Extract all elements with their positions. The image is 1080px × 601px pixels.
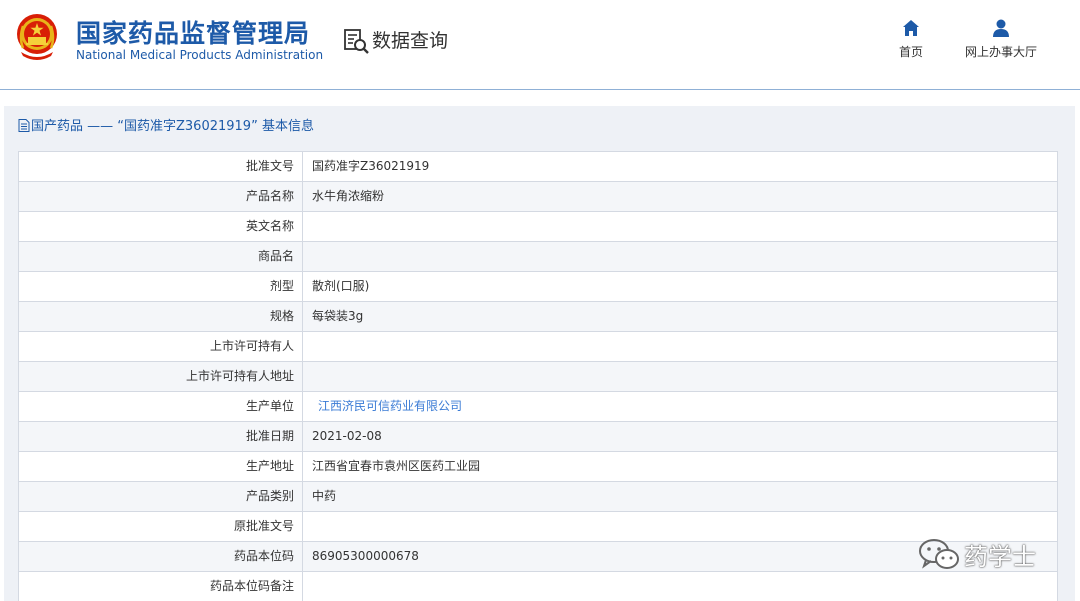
- row-value: [303, 242, 1057, 271]
- table-row: 生产单位 江西济民可信药业有限公司: [18, 392, 1058, 422]
- watermark: 药学士: [918, 535, 1036, 573]
- panel-title-text: 国产药品 —— “国药准字Z36021919” 基本信息: [31, 119, 314, 134]
- table-row: 产品名称 水牛角浓缩粉: [18, 182, 1058, 212]
- row-value: 江西济民可信药业有限公司: [303, 392, 1057, 421]
- table-row: 英文名称: [18, 212, 1058, 242]
- watermark-text: 药学士: [964, 542, 1036, 571]
- row-label: 商品名: [19, 242, 303, 271]
- table-row: 剂型 散剂(口服): [18, 272, 1058, 302]
- table-row: 原批准文号: [18, 512, 1058, 542]
- nav-home-button[interactable]: 首页: [893, 18, 929, 60]
- table-row: 批准文号 国药准字Z36021919: [18, 152, 1058, 182]
- site-title-cn[interactable]: 国家药品监督管理局: [76, 14, 310, 50]
- nav-online-service-button[interactable]: 网上办事大厅: [958, 18, 1044, 60]
- row-value: [303, 362, 1057, 391]
- detail-panel: 国产药品 —— “国药准字Z36021919” 基本信息 批准文号 国药准字Z3…: [4, 106, 1075, 601]
- row-value: 国药准字Z36021919: [312, 159, 430, 173]
- table-row: 生产地址 江西省宜春市袁州区医药工业园: [18, 452, 1058, 482]
- row-label: 药品本位码: [19, 542, 303, 571]
- site-header: 国家药品监督管理局 National Medical Products Admi…: [0, 0, 1080, 90]
- home-icon: [903, 20, 919, 36]
- row-label: 批准文号: [19, 152, 303, 181]
- table-row: 上市许可持有人: [18, 332, 1058, 362]
- row-value: 2021-02-08: [312, 429, 382, 443]
- row-label: 批准日期: [19, 422, 303, 451]
- row-label: 原批准文号: [19, 512, 303, 541]
- row-label: 剂型: [19, 272, 303, 301]
- user-icon: [993, 19, 1009, 37]
- row-label: 药品本位码备注: [19, 572, 303, 601]
- document-search-icon: [344, 29, 369, 54]
- nav-home-label: 首页: [898, 45, 923, 59]
- row-value: 散剂(口服): [312, 279, 370, 293]
- row-value: 每袋装3g: [312, 309, 364, 323]
- table-row: 药品本位码 86905300000678: [18, 542, 1058, 572]
- row-label: 生产地址: [19, 452, 303, 481]
- row-value: [303, 332, 1057, 361]
- row-label: 生产单位: [19, 392, 303, 421]
- row-value: 水牛角浓缩粉: [312, 189, 385, 203]
- table-row: 规格 每袋装3g: [18, 302, 1058, 332]
- table-row: 批准日期 2021-02-08: [18, 422, 1058, 452]
- row-label: 产品名称: [19, 182, 303, 211]
- table-row: 产品类别 中药: [18, 482, 1058, 512]
- row-label: 英文名称: [19, 212, 303, 241]
- info-table: 批准文号 国药准字Z36021919 产品名称 水牛角浓缩粉 英文名称 商品名 …: [18, 151, 1058, 601]
- nav-online-service-label: 网上办事大厅: [964, 45, 1037, 59]
- row-value: [303, 572, 1057, 601]
- header-divider: [0, 89, 1080, 90]
- table-row: 商品名: [18, 242, 1058, 272]
- national-emblem-icon[interactable]: [13, 12, 61, 62]
- row-value: [303, 212, 1057, 241]
- row-label: 上市许可持有人: [19, 332, 303, 361]
- table-row: 药品本位码备注: [18, 572, 1058, 601]
- row-label: 上市许可持有人地址: [19, 362, 303, 391]
- data-query-title: 数据查询: [372, 30, 449, 52]
- manufacturer-link[interactable]: 江西济民可信药业有限公司: [312, 399, 462, 413]
- site-title-en[interactable]: National Medical Products Administration: [76, 48, 323, 62]
- row-label: 产品类别: [19, 482, 303, 511]
- row-value: 中药: [312, 489, 337, 503]
- row-label: 规格: [19, 302, 303, 331]
- table-row: 上市许可持有人地址: [18, 362, 1058, 392]
- document-icon: [18, 119, 30, 132]
- row-value: 江西省宜春市袁州区医药工业园: [312, 459, 481, 473]
- panel-title: 国产药品 —— “国药准字Z36021919” 基本信息: [18, 115, 314, 135]
- wechat-icon: [919, 539, 959, 569]
- page: 国家药品监督管理局 National Medical Products Admi…: [0, 0, 1080, 601]
